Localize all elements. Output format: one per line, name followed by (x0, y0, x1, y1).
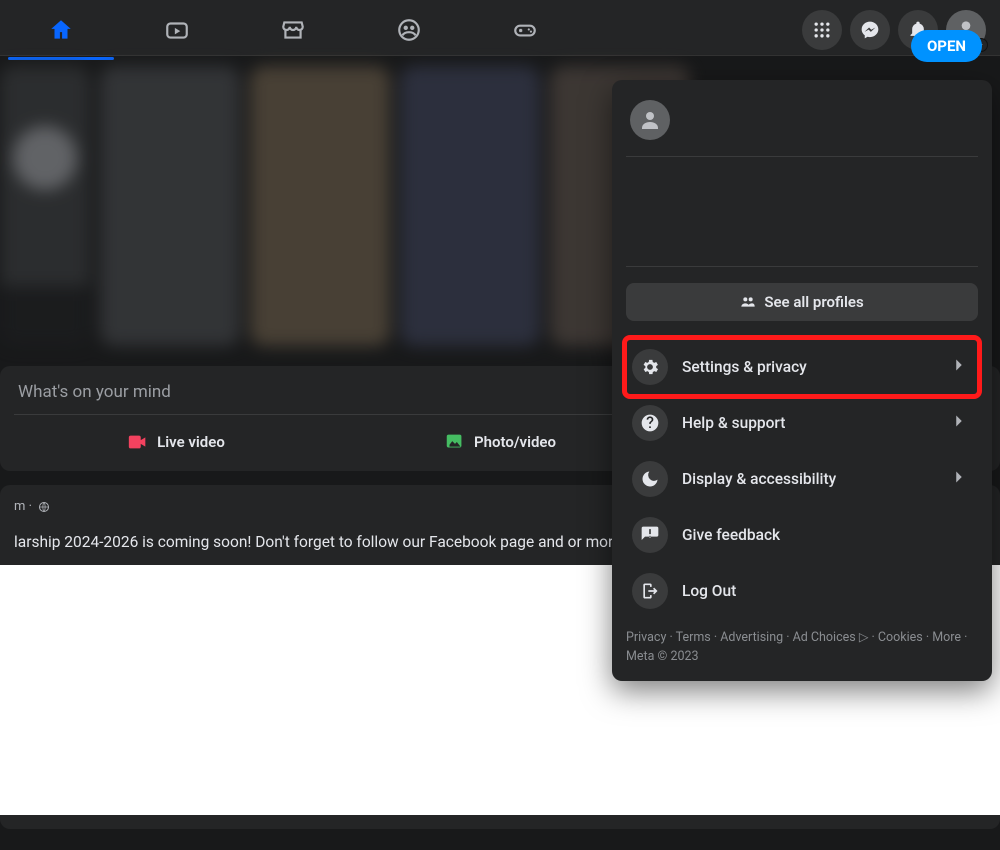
footer-cookies[interactable]: Cookies (878, 630, 923, 645)
logout-item[interactable]: Log Out (626, 563, 978, 619)
nav-home[interactable] (6, 4, 116, 56)
grid-icon (812, 20, 832, 40)
display-accessibility-item[interactable]: Display & accessibility (626, 451, 978, 507)
home-icon (48, 17, 74, 43)
chevron-right-icon (948, 410, 970, 432)
give-feedback-item[interactable]: Give feedback (626, 507, 978, 563)
story-card[interactable] (250, 66, 390, 346)
nav-gaming[interactable] (470, 4, 580, 56)
live-video-button[interactable]: Live video (14, 423, 338, 461)
see-all-profiles-button[interactable]: See all profiles (626, 283, 978, 321)
avatar-icon (638, 108, 662, 132)
gear-icon (640, 357, 660, 377)
logout-icon (640, 581, 660, 601)
feedback-icon (640, 525, 660, 545)
photo-video-label: Photo/video (474, 433, 556, 451)
story-card[interactable] (100, 66, 240, 346)
people-icon (740, 294, 756, 310)
messenger-button[interactable] (850, 10, 890, 50)
profile-avatar (630, 100, 670, 140)
footer-advertising[interactable]: Advertising (720, 630, 783, 645)
nav-video[interactable] (122, 4, 232, 56)
help-support-label: Help & support (682, 414, 785, 432)
footer-privacy[interactable]: Privacy (626, 630, 666, 645)
give-feedback-label: Give feedback (682, 526, 780, 544)
chevron-right-icon (948, 466, 970, 488)
create-story[interactable] (0, 66, 90, 346)
gaming-icon (512, 17, 538, 43)
account-menu: See all profiles Settings & privacy Help… (612, 80, 992, 681)
messenger-icon (860, 20, 880, 40)
settings-privacy-item[interactable]: Settings & privacy (626, 339, 978, 395)
menu-button[interactable] (802, 10, 842, 50)
open-button[interactable]: OPEN (911, 30, 982, 62)
help-icon (640, 413, 660, 433)
groups-icon (396, 17, 422, 43)
nav-groups[interactable] (354, 4, 464, 56)
globe-icon (38, 501, 50, 513)
nav-marketplace[interactable] (238, 4, 348, 56)
moon-icon (640, 469, 660, 489)
video-icon (164, 17, 190, 43)
settings-privacy-label: Settings & privacy (682, 358, 807, 376)
dropdown-footer: Privacy · Terms · Advertising · Ad Choic… (626, 629, 978, 667)
logout-label: Log Out (682, 582, 736, 600)
see-all-profiles-label: See all profiles (764, 293, 863, 311)
marketplace-icon (280, 17, 306, 43)
live-video-label: Live video (157, 433, 225, 451)
footer-terms[interactable]: Terms (676, 630, 711, 645)
chevron-right-icon (948, 354, 970, 376)
help-support-item[interactable]: Help & support (626, 395, 978, 451)
profile-row[interactable] (626, 94, 978, 157)
camera-icon (127, 431, 149, 453)
post-time: m · (14, 499, 32, 514)
top-navigation (0, 0, 1000, 56)
story-card[interactable] (400, 66, 540, 346)
footer-meta: Meta © 2023 (626, 649, 699, 664)
photo-icon (444, 431, 466, 453)
footer-ad-choices[interactable]: Ad Choices (793, 630, 856, 645)
display-accessibility-label: Display & accessibility (682, 470, 836, 488)
footer-more[interactable]: More (932, 630, 961, 645)
